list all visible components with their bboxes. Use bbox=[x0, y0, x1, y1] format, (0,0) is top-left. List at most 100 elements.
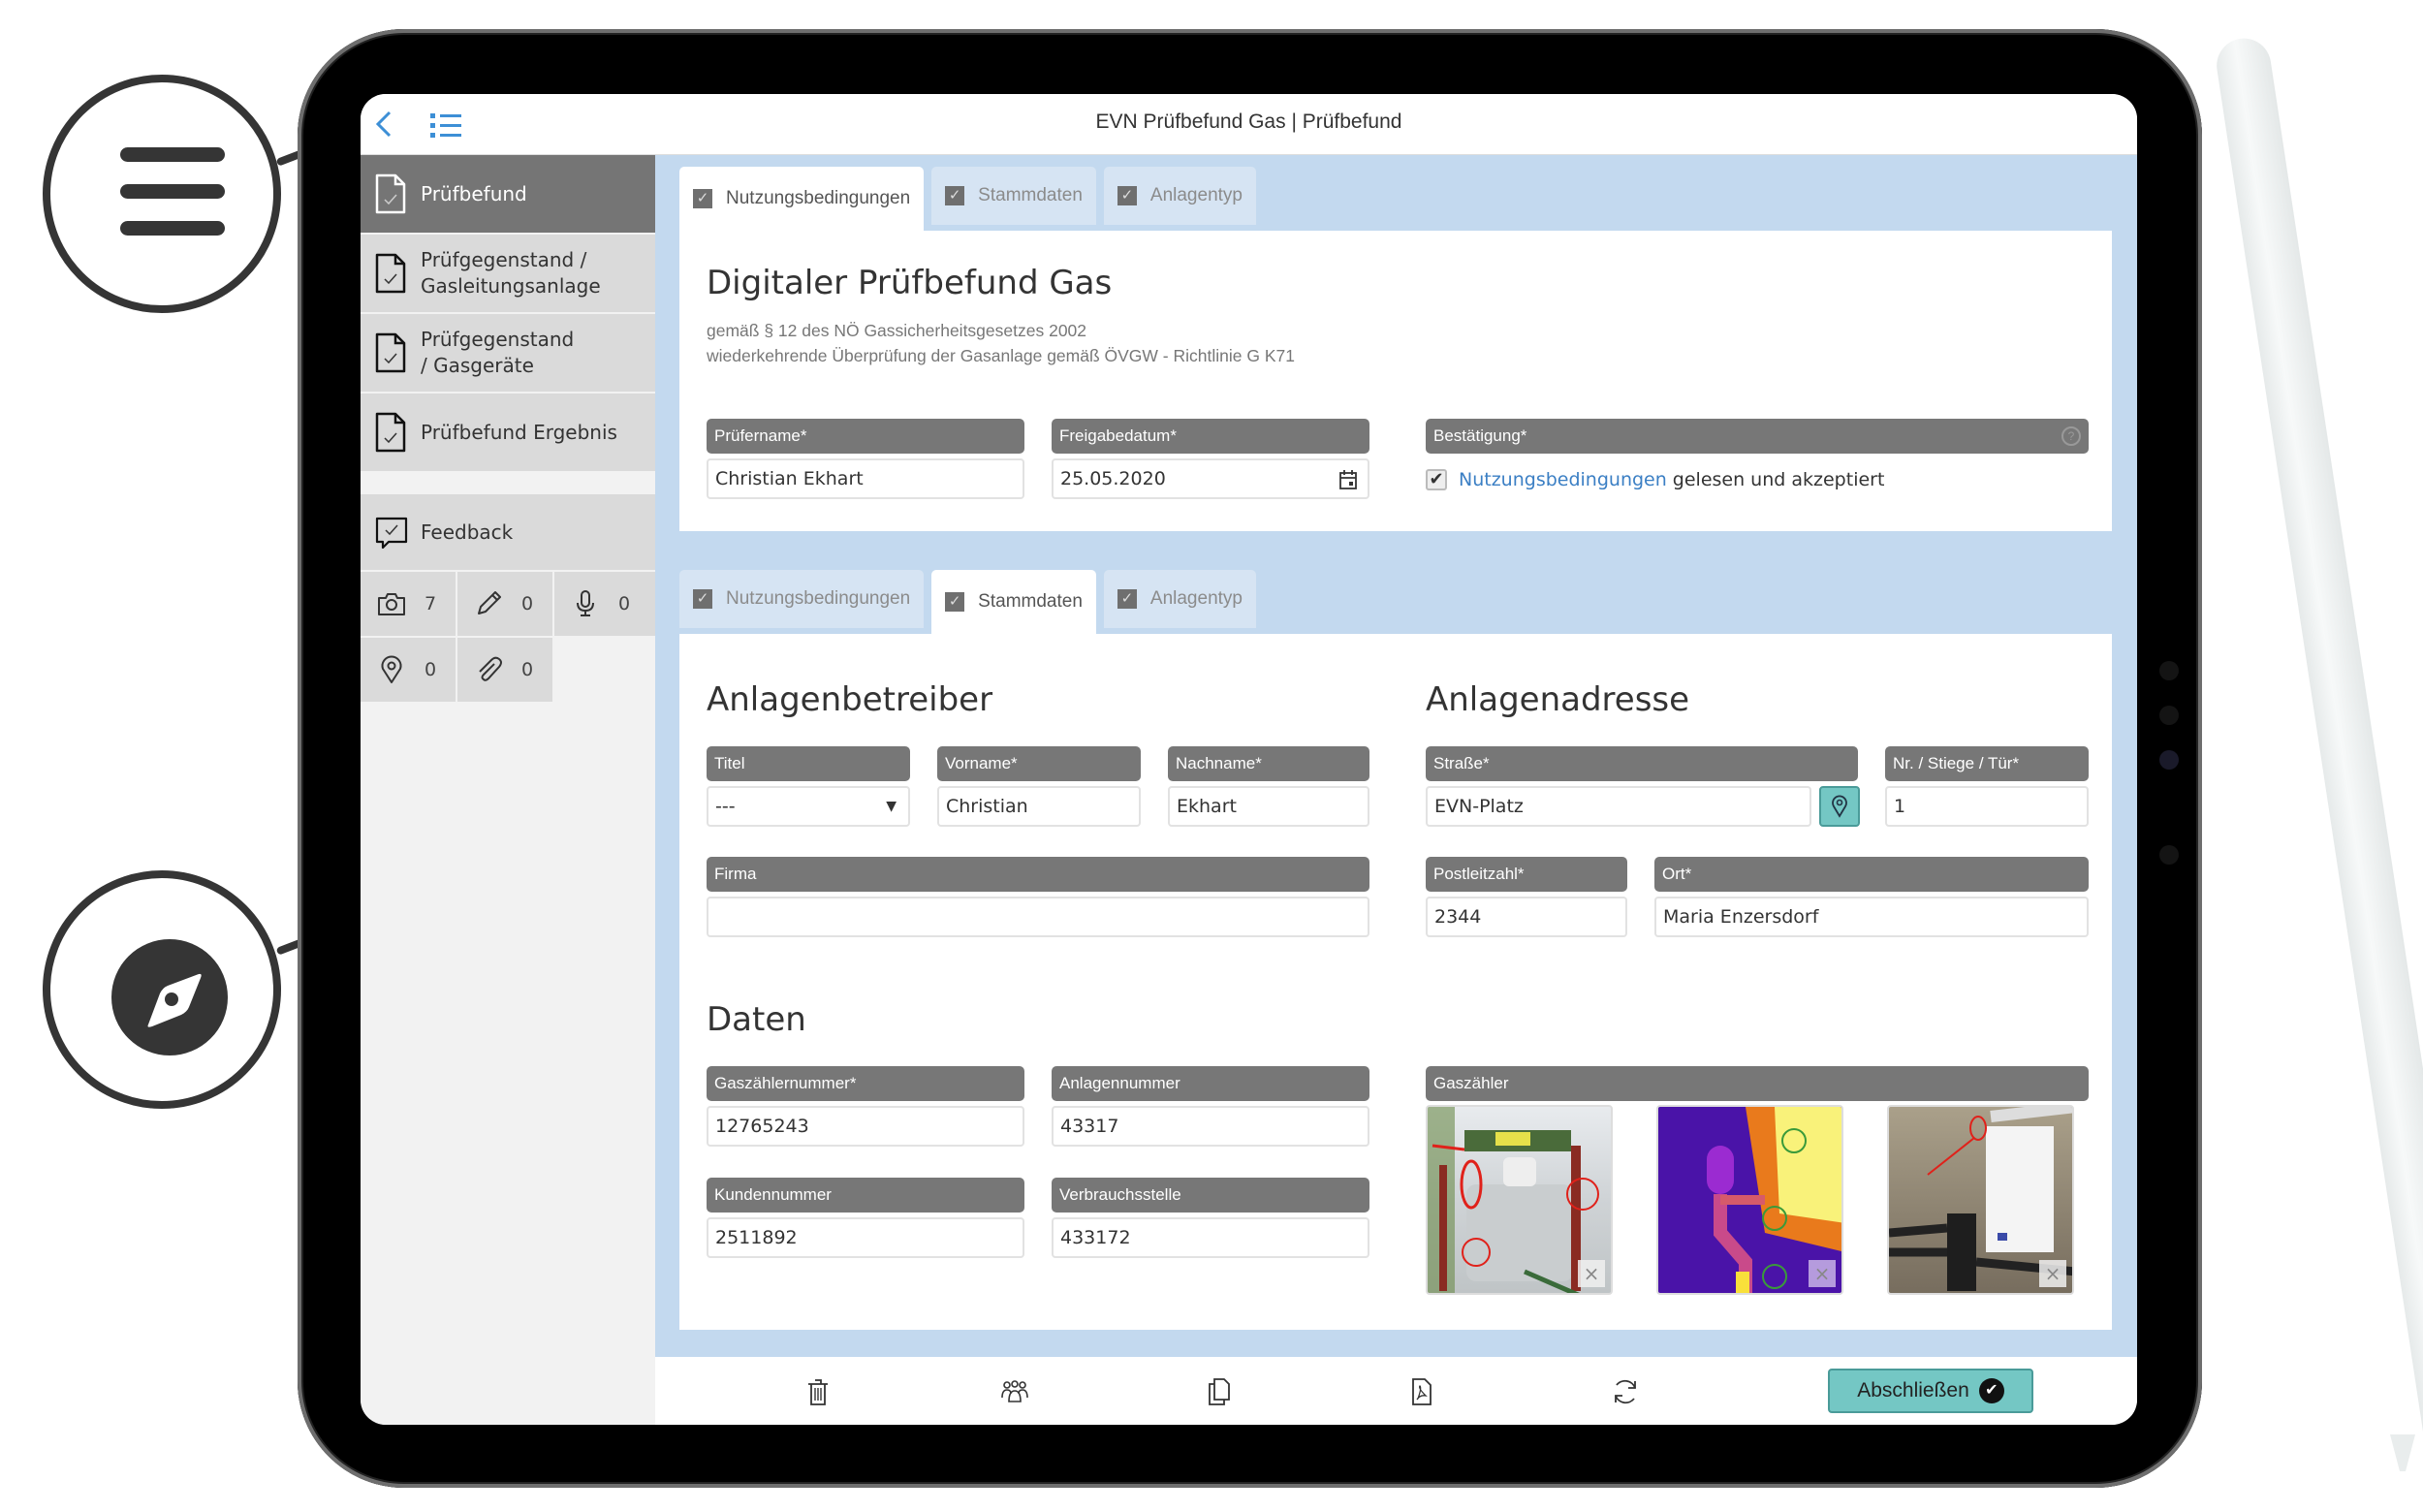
sidebar-item-gasleitungsanlage[interactable]: Prüfgegenstand / Gasleitungsanlage bbox=[361, 235, 655, 314]
checkbox-icon: ✓ bbox=[693, 589, 712, 609]
tab-stammdaten[interactable]: ✓ Stammdaten bbox=[931, 167, 1096, 225]
field-label: Nr. / Stiege / Tür* bbox=[1885, 746, 2089, 781]
select-value: --- bbox=[715, 796, 736, 817]
stammdaten-panel: Anlagenbetreiber Titel --- ▼ Vorname* Chr… bbox=[679, 634, 2112, 1330]
field-label: Gaszähler bbox=[1426, 1066, 2089, 1101]
stat-count: 0 bbox=[425, 659, 437, 680]
checkbox-icon: ✓ bbox=[1117, 589, 1137, 609]
stat-count: 0 bbox=[521, 593, 534, 614]
stat-count: 0 bbox=[521, 659, 534, 680]
field-label: Vorname* bbox=[937, 746, 1141, 781]
field-label: Freigabedatum* bbox=[1052, 419, 1369, 454]
subtitle-line1: gemäß § 12 des NÖ Gassicherheitsgesetzes… bbox=[707, 321, 1087, 340]
field-strasse: Straße* EVN-Platz bbox=[1426, 746, 1860, 827]
sidebar-item-ergebnis[interactable]: Prüfbefund Ergebnis bbox=[361, 394, 655, 473]
attachment-stats-row: 0 0 bbox=[361, 638, 655, 704]
photo-thumbnail-boiler[interactable]: × bbox=[1887, 1105, 2074, 1295]
sidebar-item-label: Prüfbefund bbox=[421, 181, 527, 205]
firma-input[interactable] bbox=[707, 897, 1369, 937]
checkbox-icon: ✓ bbox=[945, 186, 965, 205]
stat-audio[interactable]: 0 bbox=[554, 572, 655, 636]
sensor bbox=[2159, 845, 2179, 865]
trash-icon[interactable] bbox=[802, 1376, 834, 1407]
date-value: 25.05.2020 bbox=[1060, 468, 1166, 489]
titel-select[interactable]: --- ▼ bbox=[707, 786, 910, 827]
checkbox-icon: ✓ bbox=[1117, 186, 1137, 205]
calendar-icon[interactable] bbox=[1338, 469, 1358, 490]
checkbox-icon: ✓ bbox=[945, 592, 965, 612]
abschliessen-button[interactable]: Abschließen ✔ bbox=[1828, 1369, 2033, 1413]
tab-label: Nutzungsbedingungen bbox=[726, 188, 911, 208]
tab-label: Nutzungsbedingungen bbox=[726, 588, 911, 609]
terms-link[interactable]: Nutzungsbedingungen bbox=[1459, 469, 1667, 490]
anlagennummer-input[interactable]: 43317 bbox=[1052, 1106, 1369, 1147]
heading-daten: Daten bbox=[707, 1000, 806, 1039]
field-nachname: Nachname* Ekhart bbox=[1168, 746, 1369, 827]
field-vorname: Vorname* Christian bbox=[937, 746, 1141, 827]
gaszaehlernummer-input[interactable]: 12765243 bbox=[707, 1106, 1024, 1147]
field-label: Straße* bbox=[1426, 746, 1858, 781]
tab-stammdaten[interactable]: ✓ Stammdaten bbox=[931, 570, 1096, 634]
consent-checkbox-row: ✔ Nutzungsbedingungen gelesen und akzept… bbox=[1426, 469, 1884, 490]
chevron-down-icon: ▼ bbox=[886, 799, 897, 814]
field-anlagennummer: Anlagennummer 43317 bbox=[1052, 1066, 1369, 1147]
sidebar-item-pruefbefund[interactable]: Prüfbefund bbox=[361, 155, 655, 235]
tab-nutzungsbedingungen[interactable]: ✓ Nutzungsbedingungen bbox=[679, 167, 925, 231]
field-ort: Ort* Maria Enzersdorf bbox=[1654, 857, 2089, 937]
nachname-input[interactable]: Ekhart bbox=[1168, 786, 1369, 827]
copy-icon[interactable] bbox=[1204, 1376, 1235, 1407]
users-icon[interactable] bbox=[999, 1376, 1030, 1407]
consent-checkbox[interactable]: ✔ bbox=[1426, 469, 1447, 490]
field-label: Kundennummer bbox=[707, 1178, 1024, 1213]
camera-icon bbox=[378, 593, 405, 615]
stat-attachments[interactable]: 0 bbox=[457, 638, 554, 702]
consent-text: gelesen und akzeptiert bbox=[1672, 469, 1885, 490]
hamburger-bar bbox=[120, 184, 225, 199]
field-label: Ort* bbox=[1654, 857, 2089, 892]
button-label: Abschließen bbox=[1857, 1379, 1969, 1402]
sidebar-item-label: Prüfgegenstand / Gasleitungsanlage bbox=[421, 248, 601, 298]
stat-locations[interactable]: 0 bbox=[361, 638, 457, 702]
field-titel: Titel --- ▼ bbox=[707, 746, 910, 827]
locate-button[interactable] bbox=[1819, 786, 1860, 827]
field-pruefername: Prüfername* Christian Ekhart bbox=[707, 419, 1024, 499]
stat-photos[interactable]: 7 bbox=[361, 572, 457, 636]
compass-icon bbox=[111, 939, 228, 1055]
document-check-icon bbox=[375, 253, 406, 294]
tab-label: Anlagentyp bbox=[1149, 185, 1243, 205]
remove-photo-button[interactable]: × bbox=[2039, 1260, 2066, 1287]
sidebar-item-gasgeraete[interactable]: Prüfgegenstand / Gasgeräte bbox=[361, 314, 655, 394]
ort-input[interactable]: Maria Enzersdorf bbox=[1654, 897, 2089, 937]
stat-drawings[interactable]: 0 bbox=[457, 572, 554, 636]
sidebar-item-feedback[interactable]: Feedback bbox=[361, 494, 655, 572]
field-bestaetigung: Bestätigung* ? bbox=[1426, 419, 2089, 454]
remove-photo-button[interactable]: × bbox=[1809, 1260, 1836, 1287]
sensor bbox=[2159, 706, 2179, 725]
tab-anlagentyp[interactable]: ✓ Anlagentyp bbox=[1103, 167, 1256, 225]
tab-nutzungsbedingungen[interactable]: ✓ Nutzungsbedingungen bbox=[679, 570, 925, 628]
refresh-icon[interactable] bbox=[1610, 1376, 1641, 1407]
field-gaszaehlernummer: Gaszählernummer* 12765243 bbox=[707, 1066, 1024, 1147]
feedback-check-icon bbox=[375, 517, 408, 550]
verbrauchsstelle-input[interactable]: 433172 bbox=[1052, 1217, 1369, 1258]
strasse-input[interactable]: EVN-Platz bbox=[1426, 786, 1811, 827]
paperclip-icon bbox=[479, 656, 502, 681]
nr-input[interactable]: 1 bbox=[1885, 786, 2089, 827]
help-icon[interactable]: ? bbox=[2061, 426, 2081, 446]
field-label-row: Bestätigung* ? bbox=[1426, 419, 2089, 454]
photo-thumbnail-thermal[interactable]: × bbox=[1656, 1105, 1843, 1295]
pdf-icon[interactable] bbox=[1406, 1376, 1437, 1407]
vorname-input[interactable]: Christian bbox=[937, 786, 1141, 827]
sidebar-item-label: Prüfgegenstand / Gasgeräte bbox=[421, 328, 575, 377]
pruefername-input[interactable]: Christian Ekhart bbox=[707, 458, 1024, 499]
kundennummer-input[interactable]: 2511892 bbox=[707, 1217, 1024, 1258]
freigabedatum-input[interactable]: 25.05.2020 bbox=[1052, 458, 1369, 499]
photo-thumbnail-meter[interactable]: × bbox=[1426, 1105, 1613, 1295]
remove-photo-button[interactable]: × bbox=[1578, 1260, 1605, 1287]
plz-input[interactable]: 2344 bbox=[1426, 897, 1627, 937]
app-title: EVN Prüfbefund Gas | Prüfbefund bbox=[1095, 110, 1402, 133]
tab-anlagentyp[interactable]: ✓ Anlagentyp bbox=[1103, 570, 1256, 628]
sidebar-item-label: Feedback bbox=[421, 520, 514, 544]
section2-tabs: ✓ Nutzungsbedingungen ✓ Stammdaten ✓ Anlage… bbox=[679, 570, 1256, 634]
